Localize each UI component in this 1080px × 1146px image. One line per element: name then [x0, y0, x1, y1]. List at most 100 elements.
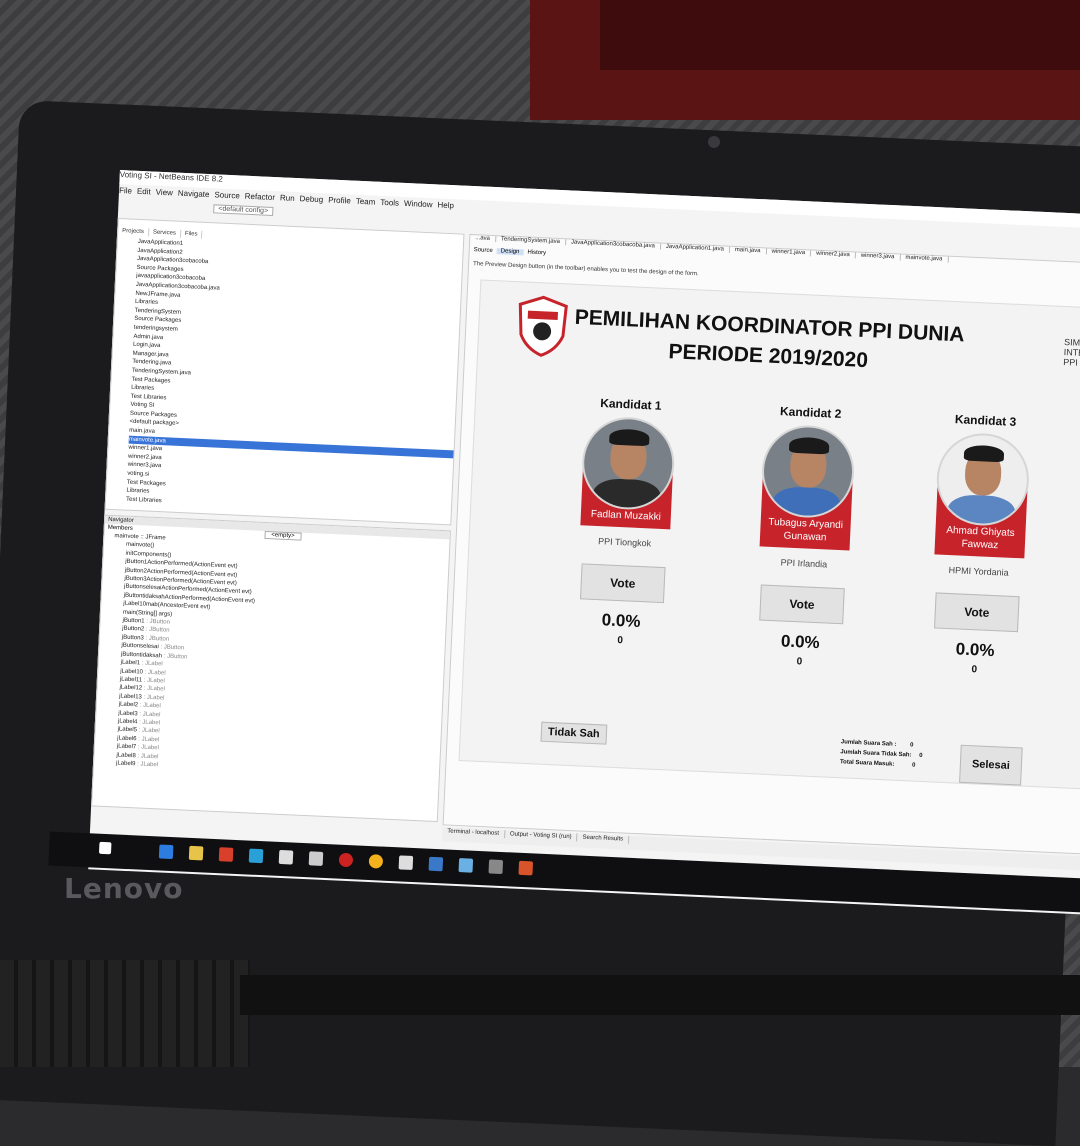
stat-value: 0	[909, 742, 914, 749]
member-name: jLabel9	[115, 760, 136, 768]
menu-item-tools[interactable]: Tools	[380, 198, 399, 208]
laptop-hinge	[240, 975, 1080, 1015]
editor-tab[interactable]: JavaApplication3cobacoba.java	[565, 239, 661, 250]
member-name: jLabel3	[118, 710, 138, 717]
vote-count-2: 0	[796, 656, 803, 668]
stat-value: 0	[911, 762, 916, 769]
edge-icon[interactable]	[158, 844, 174, 860]
app-window-icon[interactable]	[488, 859, 504, 875]
member-type: : JLabel	[139, 660, 163, 668]
editor-tab[interactable]: JavaApplication1.java	[660, 243, 730, 253]
menu-item-edit[interactable]: Edit	[137, 187, 151, 197]
app-cube-icon[interactable]	[458, 858, 474, 873]
vote-button-2[interactable]: Vote	[759, 584, 845, 625]
laptop-keyboard	[0, 960, 250, 1067]
member-type: : JLabel	[137, 710, 161, 718]
menu-item-file[interactable]: File	[119, 186, 132, 196]
stat-label: Total Suara Masuk:	[839, 759, 895, 768]
candidate-org: PPI Tiongkok	[597, 536, 652, 549]
member-name: jLabel4	[117, 718, 138, 726]
tab-projects[interactable]: Projects	[118, 226, 150, 237]
laptop-brand-logo: Lenovo	[64, 872, 184, 905]
member-name: jLabel13	[118, 693, 142, 701]
members-list: mainvote() initComponents() jButton1Action…	[104, 541, 449, 783]
menu-item-run[interactable]: Run	[280, 193, 295, 203]
menu-item-window[interactable]: Window	[404, 199, 433, 209]
member-type: : JLabel	[135, 761, 159, 769]
vote-percent-3: 0.0%	[955, 639, 995, 661]
webcam-icon	[708, 136, 720, 148]
app-icon[interactable]	[398, 855, 414, 870]
windows-start-icon[interactable]	[98, 841, 112, 855]
member-type: : JButton	[144, 627, 170, 635]
menu-item-source[interactable]: Source	[214, 190, 240, 200]
projects-panel: Projects Services Files JavaApplication1 Ja…	[104, 217, 465, 526]
member-type: : JLabel	[137, 719, 161, 727]
member-name: jLabel8	[116, 752, 136, 759]
menu-item-profile[interactable]: Profile	[328, 195, 351, 205]
design-hint: The Preview Design button (in the toolba…	[472, 261, 699, 278]
member-type: : JLabel	[136, 744, 159, 752]
menu-item-debug[interactable]: Debug	[299, 194, 323, 204]
vote-count-1: 0	[617, 635, 624, 647]
chrome-icon[interactable]	[368, 854, 384, 869]
netbeans-icon[interactable]	[518, 860, 534, 876]
candidate-card: Kandidat 1 Fadlan Muzakki PPI Tiongkok V…	[565, 395, 686, 649]
tab-files[interactable]: Files	[180, 229, 203, 239]
candidate-card: Kandidat 2 Tubagus Aryandi Gunawan PPI I…	[744, 403, 866, 670]
member-type: : JButton	[144, 618, 171, 626]
app-l-icon[interactable]	[248, 848, 264, 864]
navigator-panel: Navigator Members <empty> mainvote :: JF…	[91, 514, 451, 823]
members-filter[interactable]: <empty>	[264, 530, 302, 541]
office-icon[interactable]	[218, 847, 234, 862]
steam-icon[interactable]	[428, 856, 444, 872]
members-label: Members	[107, 524, 133, 532]
stat-value: 0	[919, 752, 923, 760]
tidak-sah-button[interactable]: Tidak Sah	[540, 721, 608, 745]
config-select[interactable]: <default config>	[213, 204, 274, 216]
member-name: jLabel7	[116, 743, 137, 751]
subtab-history[interactable]: History	[523, 249, 550, 257]
member-name: mainvote()	[125, 542, 155, 550]
app-red-icon[interactable]	[338, 852, 354, 868]
vote-button-1[interactable]: Vote	[579, 563, 666, 604]
member-name: jLabel1	[120, 659, 141, 667]
candidate-label: Kandidat 2	[779, 404, 842, 421]
member-name: jButtontidaksah	[120, 651, 163, 660]
camera-icon[interactable]	[308, 851, 324, 866]
editor-tab[interactable]: mainvote.java	[900, 254, 949, 263]
editor-tab[interactable]: winner3.java	[855, 252, 901, 261]
menu-item-help[interactable]: Help	[437, 200, 454, 210]
candidate-card: Kandidat 3 Ahmad Ghiyats Fawwaz HPMI Yor…	[919, 411, 1041, 678]
vote-button-3[interactable]: Vote	[934, 592, 1020, 633]
candidate-label: Kandidat 3	[954, 412, 1017, 429]
subtab-source[interactable]: Source	[470, 247, 497, 254]
editor-area: ...ava TenderingSystem.java JavaApplicatio…	[442, 233, 1080, 860]
menu-item-refactor[interactable]: Refactor	[245, 192, 276, 202]
editor-tab[interactable]: winner2.java	[810, 250, 856, 259]
subtab-design[interactable]: Design	[496, 248, 524, 256]
member-name: jButton2	[122, 626, 145, 634]
selesai-button[interactable]: Selesai	[959, 744, 1023, 786]
editor-tab[interactable]: ...ava	[470, 234, 497, 243]
output-tab[interactable]: Terminal - localhost	[442, 827, 506, 839]
member-type: : JButton	[158, 644, 185, 652]
project-tree: JavaApplication1 JavaApplication2 JavaAppl…	[106, 237, 463, 519]
vote-stats: Jumlah Suara Sah : 0 Jumlah Suara Tidak …	[840, 737, 924, 771]
output-tab[interactable]: Search Results	[577, 833, 630, 844]
red-furniture-shadow	[600, 0, 1080, 70]
laptop-screen: Voting SI - NetBeans IDE 8.2 File Edit Vie…	[48, 170, 1080, 920]
tab-services[interactable]: Services	[148, 228, 182, 238]
editor-tab[interactable]: main.java	[729, 246, 767, 255]
menu-item-team[interactable]: Team	[356, 197, 376, 207]
member-type: : JLabel	[141, 694, 165, 702]
store-icon[interactable]	[278, 849, 294, 865]
output-tab[interactable]: Output - Voting SI (run)	[504, 830, 578, 842]
editor-tab[interactable]: TenderingSystem.java	[495, 236, 567, 246]
menu-item-navigate[interactable]: Navigate	[178, 189, 210, 199]
menu-item-view[interactable]: View	[156, 188, 174, 198]
member-type: : JLabel	[141, 677, 165, 685]
navigator-tab[interactable]: Navigator	[108, 517, 134, 524]
editor-tab[interactable]: winner1.java	[766, 248, 812, 257]
file-explorer-icon[interactable]	[188, 845, 204, 861]
